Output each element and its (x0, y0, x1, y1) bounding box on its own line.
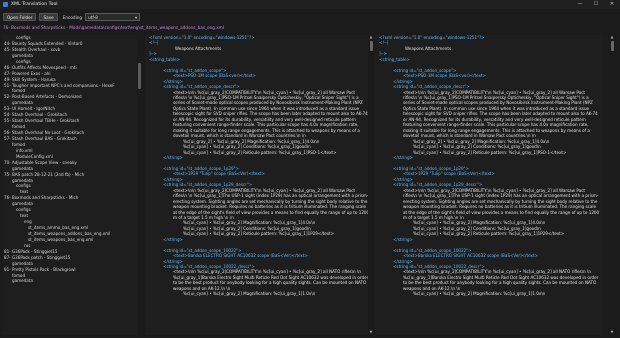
window-title: XML Translation Tool (11, 2, 58, 7)
source-editor-scrollbar[interactable]: ▲ ▼ (368, 35, 374, 335)
window-controls: — ☐ ✕ (572, 0, 620, 9)
tree-item[interactable]: gamedata (3, 278, 137, 284)
code-line[interactable]: %c[ui_cyan] • %c[ui_gray_2] Magnificatio… (145, 291, 373, 296)
file-tree[interactable]: configs 44- Bounty Squads Extended - Vint… (3, 35, 137, 335)
close-button[interactable]: ✕ (604, 0, 620, 9)
source-editor[interactable]: <?xml version="1.0" encoding="windows-12… (145, 35, 373, 335)
open-folder-button[interactable]: Open Folder (3, 13, 37, 21)
maximize-button[interactable]: ☐ (588, 0, 604, 9)
scroll-up-arrow-icon[interactable]: ▲ (368, 35, 374, 40)
code-line[interactable]: <text>\n\n %c[ui_gray_2]COMPATIBILITY:\n… (145, 90, 373, 139)
app-icon (3, 2, 8, 7)
save-button[interactable]: Save (39, 13, 58, 21)
toolbar: Open Folder Save Encoding utf-8 ▾ (0, 10, 620, 24)
file-tree-scrollbar[interactable] (137, 35, 142, 335)
code-line[interactable]: <text>\n\n %c[ui_gray_2]COMPATIBILITY:\n… (375, 269, 603, 291)
translation-editor[interactable]: <?xml version="1.0" encoding="windows-12… (375, 35, 603, 335)
chevron-down-icon: ▾ (134, 14, 138, 20)
code-line[interactable]: <text>\n\n %c[ui_gray_2]COMPATIBILITY:\n… (145, 269, 373, 291)
current-file-path: 76- Boxmods and Sharpsticks - Mods\gamed… (3, 25, 225, 30)
source-editor-scroll-thumb[interactable] (369, 41, 373, 51)
encoding-select[interactable]: utf-8 ▾ (85, 13, 141, 21)
code-line[interactable]: <text>\n\n %c[ui_gray_2]COMPATIBILITY:\n… (145, 188, 373, 221)
scroll-up-arrow-icon[interactable]: ▲ (609, 35, 615, 40)
minimize-button[interactable]: — (572, 0, 588, 9)
code-line[interactable]: <text>\n\n %c[ui_gray_2]COMPATIBILITY:\n… (375, 90, 603, 139)
file-tree-scroll-thumb[interactable] (138, 63, 141, 89)
scroll-down-arrow-icon[interactable]: ▼ (609, 330, 615, 335)
translation-editor-scrollbar[interactable]: ▲ ▼ (609, 35, 615, 335)
encoding-value: utf-8 (88, 14, 98, 20)
scroll-down-arrow-icon[interactable]: ▼ (368, 330, 374, 335)
translation-editor-scroll-thumb[interactable] (610, 41, 614, 51)
code-line[interactable]: <text>\n\n %c[ui_gray_2]COMPATIBILITY:\n… (375, 188, 603, 221)
encoding-label: Encoding (62, 14, 83, 20)
title-bar: XML Translation Tool — ☐ ✕ (0, 0, 620, 9)
code-line[interactable]: %c[ui_cyan] • %c[ui_gray_2] Magnificatio… (375, 291, 603, 296)
